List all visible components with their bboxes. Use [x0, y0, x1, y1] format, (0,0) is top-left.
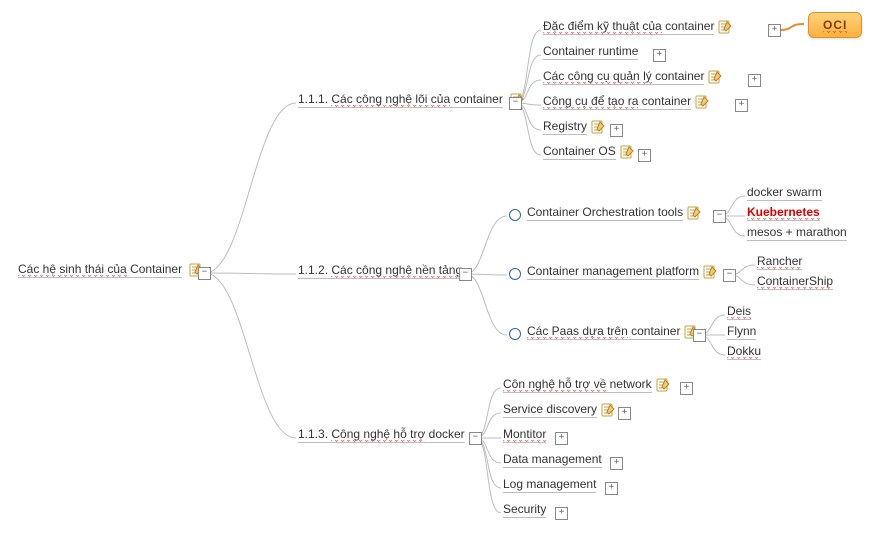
edit-icon[interactable] — [597, 402, 615, 416]
node-s3b[interactable]: Service discovery — [503, 402, 615, 417]
node-s1f[interactable]: Container OS — [543, 144, 634, 159]
lbl-2: Các công nghệ nền tảng — [331, 263, 462, 278]
s3f-l: Security — [503, 502, 546, 518]
root-label-a: Các hệ sinh thái của — [18, 262, 127, 277]
s1b-l: Container runtime — [543, 44, 638, 60]
edit-icon[interactable] — [704, 69, 722, 83]
mindmap-canvas: { "root": {"label_plain":"Các hệ sinh th… — [0, 0, 872, 536]
toggle-s3e[interactable]: + — [605, 482, 618, 495]
edit-icon[interactable] — [691, 94, 709, 108]
lbl-1: Các công nghệ lõi của — [331, 92, 450, 107]
node-s3a[interactable]: Côn nghệ hỗ trợ về network — [503, 377, 670, 392]
callout-oci[interactable]: OCI — [808, 12, 862, 38]
leaf-s2a3[interactable]: mesos + marathon — [747, 225, 847, 239]
num-1: 1.1.1. — [298, 92, 328, 106]
node-s2a[interactable]: Container Orchestration tools — [527, 205, 701, 220]
s1f-l: Container OS — [543, 144, 616, 160]
leaf-s2c1[interactable]: Deis — [727, 304, 751, 318]
s3a-a: Côn nghệ hỗ trợ về — [503, 377, 606, 392]
s1a-a: Đặc điểm kỹ thuật của — [543, 19, 662, 34]
edit-icon[interactable] — [616, 144, 634, 158]
s3e-l: Log management — [503, 477, 596, 493]
num-3: 1.1.3. — [298, 427, 328, 441]
leaf-s2a1[interactable]: docker swarm — [747, 185, 822, 199]
num-2: 1.1.2. — [298, 263, 328, 277]
toggle-s3d[interactable]: + — [610, 457, 623, 470]
s3d-l: Data management — [503, 452, 602, 468]
s1c-a: Các công cụ quản lý — [543, 69, 652, 84]
toggle-s3f[interactable]: + — [555, 507, 568, 520]
toggle-s1f[interactable]: + — [638, 149, 651, 162]
edit-icon[interactable] — [699, 264, 717, 278]
s1d-a: Công cụ để tạo ra — [543, 94, 638, 109]
s3b-l: Service discovery — [503, 402, 597, 418]
bullet-icon — [509, 268, 521, 280]
leaf-s2c3[interactable]: Dokku — [727, 344, 761, 358]
s2c3-l: Dokku — [727, 344, 761, 360]
s1c-b: container — [652, 69, 705, 83]
edit-icon[interactable] — [714, 19, 732, 33]
leaf-s2b2[interactable]: ContainerShip — [757, 274, 833, 288]
toggle-2[interactable]: − — [459, 268, 472, 281]
toggle-s1c[interactable]: + — [748, 74, 761, 87]
node-s1d[interactable]: Công cụ để tạo ra container — [543, 94, 709, 109]
node-s2c[interactable]: Các Paas dựa trên container — [527, 324, 698, 339]
toggle-s2a[interactable]: − — [713, 210, 726, 223]
node-s1a[interactable]: Đặc điểm kỹ thuật của container — [543, 19, 732, 34]
leaf-s2c2[interactable]: Flynn — [727, 324, 756, 338]
node-s1b[interactable]: Container runtime — [543, 44, 638, 58]
s2c-a: Các Paas dựa trên — [527, 324, 628, 339]
node-s3c[interactable]: Montitor — [503, 427, 546, 441]
bullet-icon — [509, 209, 521, 221]
s2b1-l: Rancher — [757, 254, 802, 270]
node-s1c[interactable]: Các công cụ quản lý container — [543, 69, 722, 84]
s2c2-l: Flynn — [727, 324, 756, 340]
s3c-l: Montitor — [503, 427, 546, 443]
edit-icon[interactable] — [683, 205, 701, 219]
s1d-b: container — [638, 94, 691, 108]
s2a1-l: docker swarm — [747, 185, 822, 201]
node-1-1-3[interactable]: 1.1.3. Công nghệ hỗ trợ docker — [298, 427, 465, 441]
leaf-s2a2[interactable]: Kuebernetes — [747, 205, 820, 219]
lbl-3: Công nghệ hỗ trợ — [331, 427, 425, 442]
node-s1e[interactable]: Registry — [543, 119, 605, 134]
toggle-s2c[interactable]: − — [693, 329, 706, 342]
callout-label: OCI — [823, 18, 847, 33]
toggle-s1d[interactable]: + — [735, 99, 748, 112]
toggle-s1e[interactable]: + — [610, 124, 623, 137]
s3a-b: network — [606, 377, 651, 391]
s2a-l: Container Orchestration tools — [527, 205, 683, 221]
toggle-1[interactable]: − — [509, 97, 522, 110]
toggle-s3c[interactable]: + — [555, 432, 568, 445]
node-s2b[interactable]: Container management platform — [527, 264, 717, 279]
leaf-s2b1[interactable]: Rancher — [757, 254, 802, 268]
root-node[interactable]: Các hệ sinh thái của Container — [18, 262, 203, 277]
node-s3f[interactable]: Security — [503, 502, 546, 516]
node-s3e[interactable]: Log management — [503, 477, 596, 491]
toggle-root[interactable]: − — [198, 267, 211, 280]
toggle-s2b[interactable]: − — [723, 269, 736, 282]
edit-icon[interactable] — [652, 377, 670, 391]
toggle-s1b[interactable]: + — [653, 49, 666, 62]
toggle-s3a[interactable]: + — [680, 382, 693, 395]
s1a-b: container — [662, 19, 715, 33]
node-s3d[interactable]: Data management — [503, 452, 602, 466]
s2a2-l: Kuebernetes — [747, 205, 820, 221]
s2b-l: Container management platform — [527, 264, 699, 280]
s1e-l: Registry — [543, 119, 587, 135]
s2c1-l: Deis — [727, 304, 751, 320]
s2b2-l: ContainerShip — [757, 274, 833, 290]
toggle-s3b[interactable]: + — [618, 407, 631, 420]
node-1-1-2[interactable]: 1.1.2. Các công nghệ nền tảng — [298, 263, 462, 277]
s2a3-l: mesos + marathon — [747, 225, 847, 241]
toggle-3[interactable]: − — [469, 432, 482, 445]
edit-icon[interactable] — [587, 119, 605, 133]
node-1-1-1[interactable]: 1.1.1. Các công nghệ lõi của container — [298, 92, 524, 107]
toggle-s1a[interactable]: + — [768, 24, 781, 37]
s2c-b: container — [628, 324, 681, 338]
bullet-icon — [509, 328, 521, 340]
